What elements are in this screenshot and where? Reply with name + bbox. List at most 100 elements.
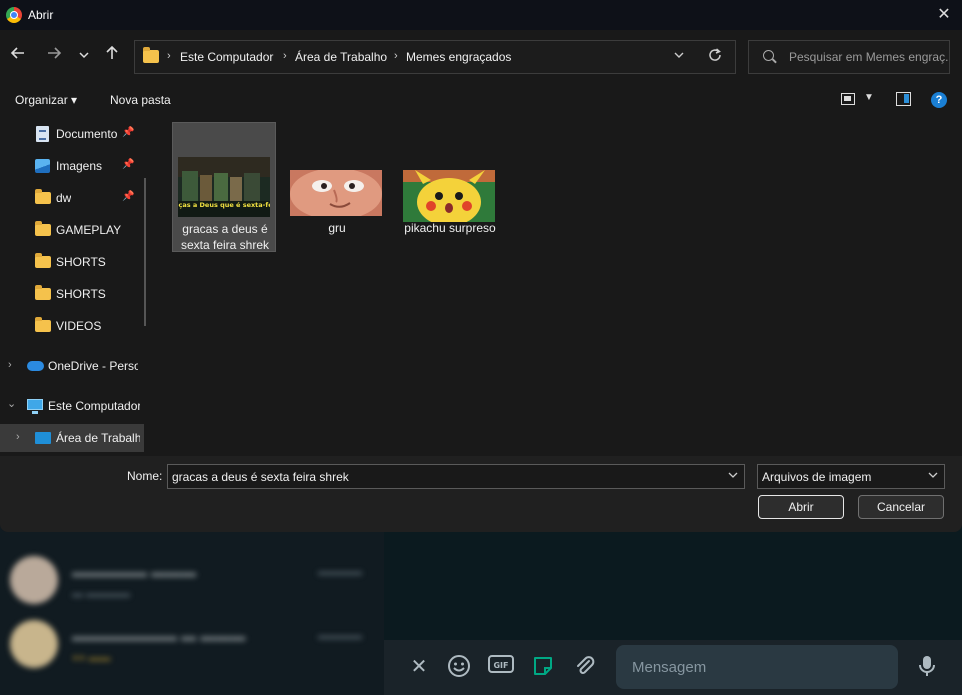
sidebar-item-label: Área de Trabalh — [56, 431, 140, 445]
breadcrumb-separator: › — [394, 50, 398, 62]
file-thumbnail — [403, 170, 495, 226]
chat-preview: ●● ▬▬ — [72, 652, 111, 664]
sticker-icon[interactable] — [530, 654, 556, 680]
refresh-icon[interactable] — [707, 47, 723, 67]
sidebar-item-dw[interactable]: dw 📌 — [0, 184, 144, 212]
sidebar-item-label: SHORTS — [56, 255, 106, 269]
close-button[interactable]: ✕ — [932, 3, 956, 27]
recent-locations-chevron-icon[interactable] — [72, 45, 96, 69]
sidebar-item-label: SHORTS — [56, 287, 106, 301]
message-composer: ✕ GIF — [384, 640, 962, 695]
file-type-value: Arquivos de imagem — [762, 470, 872, 484]
file-thumbnail — [290, 168, 382, 220]
breadcrumb-item[interactable]: Área de Trabalho — [295, 50, 387, 64]
search-box[interactable] — [748, 40, 950, 74]
cancel-button[interactable]: Cancelar — [858, 495, 944, 519]
sidebar-item-shorts-2[interactable]: SHORTS — [0, 280, 144, 308]
forward-arrow-icon[interactable] — [42, 45, 66, 69]
preview-pane-icon[interactable] — [896, 92, 911, 106]
breadcrumb-item[interactable]: Memes engraçados — [406, 50, 511, 64]
file-type-select[interactable]: Arquivos de imagem — [757, 464, 945, 489]
chevron-right-icon[interactable]: › — [8, 359, 12, 371]
chevron-down-icon[interactable]: ⌄ — [7, 397, 16, 410]
pin-icon: 📌 — [122, 191, 135, 202]
svg-text:GIF: GIF — [493, 661, 508, 670]
pictures-icon — [35, 159, 50, 173]
chat-list-item[interactable]: ▬▬▬▬▬ ▬▬▬ ▬▬▬▬ ▬ ▬▬▬▬ — [0, 548, 384, 610]
file-thumbnail: Graças a Deus que é sexta-feira — [166, 157, 282, 217]
file-item-gru[interactable]: gru — [285, 122, 389, 252]
organize-button[interactable]: Organizar ▾ — [15, 93, 77, 107]
chat-time: ▬▬▬▬ — [318, 566, 362, 578]
sidebar-item-label: dw — [56, 191, 72, 205]
chevron-down-icon[interactable] — [928, 470, 938, 483]
address-bar[interactable]: › Este Computador › Área de Trabalho › M… — [134, 40, 736, 74]
file-name: pikachu surpreso — [404, 221, 496, 235]
chat-name: ▬▬▬▬▬▬▬ ▬ ▬▬▬ — [72, 628, 246, 645]
close-icon[interactable]: ✕ — [406, 654, 432, 680]
avatar — [10, 556, 58, 604]
file-item-shrek[interactable]: Graças a Deus que é sexta-feira gracas a… — [166, 122, 282, 252]
new-folder-button[interactable]: Nova pasta — [110, 93, 171, 107]
desktop-icon — [35, 432, 51, 444]
breadcrumb-separator: › — [167, 50, 171, 62]
up-arrow-icon[interactable] — [100, 45, 124, 69]
file-list: Graças a Deus que é sexta-feira gracas a… — [156, 116, 962, 456]
sidebar-scrollbar[interactable] — [144, 178, 146, 326]
file-name-combobox[interactable] — [167, 464, 745, 489]
file-open-dialog: Abrir ✕ › Este Computador › Área de Trab… — [0, 0, 962, 532]
computer-icon — [27, 399, 43, 414]
onedrive-icon — [27, 361, 44, 371]
attach-icon[interactable] — [572, 654, 598, 680]
thumbnail-caption: Graças a Deus que é sexta-feira — [178, 201, 270, 209]
sidebar-item-label: Este Computador — [48, 399, 140, 413]
chat-preview: ▬ ▬▬▬▬ — [72, 588, 131, 600]
sidebar-item-videos[interactable]: VIDEOS — [0, 312, 144, 340]
message-input[interactable] — [616, 645, 898, 689]
folder-icon — [35, 189, 51, 204]
search-input[interactable] — [789, 48, 949, 66]
search-icon — [763, 50, 774, 61]
command-toolbar: Organizar ▾ Nova pasta ▼ ? — [0, 84, 962, 116]
dialog-title: Abrir — [28, 8, 54, 22]
folder-icon — [35, 253, 51, 268]
navigation-bar: › Este Computador › Área de Trabalho › M… — [0, 30, 962, 84]
chat-name: ▬▬▬▬▬ ▬▬▬ — [72, 564, 197, 581]
gif-icon[interactable]: GIF — [488, 654, 514, 680]
sidebar-item-label: GAMEPLAY — [56, 223, 122, 237]
view-mode-icon[interactable] — [841, 93, 855, 105]
sidebar-item-shorts[interactable]: SHORTS — [0, 248, 144, 276]
dialog-titlebar: Abrir ✕ — [0, 0, 962, 30]
chevron-down-icon[interactable] — [728, 470, 738, 483]
sidebar-item-label: Imagens — [56, 159, 103, 173]
sidebar-item-gameplay[interactable]: GAMEPLAY — [0, 216, 144, 244]
sidebar-item-onedrive[interactable]: › OneDrive - Perso — [0, 352, 144, 380]
folder-icon — [143, 47, 159, 63]
view-dropdown-icon[interactable]: ▼ — [864, 92, 874, 103]
open-button[interactable]: Abrir — [758, 495, 844, 519]
pin-icon: 📌 — [122, 127, 135, 138]
file-name: gru — [328, 221, 346, 235]
back-arrow-icon[interactable] — [6, 45, 30, 69]
avatar — [10, 620, 58, 668]
chat-time: ▬▬▬▬ — [318, 630, 362, 642]
help-icon[interactable]: ? — [931, 92, 947, 108]
chrome-icon — [6, 7, 22, 23]
emoji-icon[interactable] — [446, 654, 472, 680]
breadcrumb-separator: › — [283, 50, 287, 62]
breadcrumb-item[interactable]: Este Computador — [180, 50, 273, 64]
file-name-label: Nome: — [127, 469, 163, 483]
file-name-input[interactable] — [172, 469, 722, 485]
folder-icon — [35, 317, 51, 332]
document-icon — [36, 126, 49, 142]
address-chevron-icon[interactable] — [673, 49, 685, 64]
file-item-pikachu[interactable]: pikachu surpreso — [398, 122, 502, 252]
navigation-pane: Documento 📌 Imagens 📌 dw 📌 GAMEPLAY SHOR… — [0, 116, 156, 456]
sidebar-item-documents[interactable]: Documento 📌 — [0, 120, 144, 148]
microphone-icon[interactable] — [914, 654, 940, 680]
sidebar-item-pictures[interactable]: Imagens 📌 — [0, 152, 144, 180]
sidebar-item-desktop[interactable]: › Área de Trabalh — [0, 424, 144, 452]
chevron-right-icon[interactable]: › — [16, 431, 20, 443]
sidebar-item-this-pc[interactable]: ⌄ Este Computador — [0, 392, 144, 420]
chat-list-item[interactable]: ▬▬▬▬▬▬▬ ▬ ▬▬▬ ▬▬▬▬ ●● ▬▬ — [0, 612, 384, 674]
